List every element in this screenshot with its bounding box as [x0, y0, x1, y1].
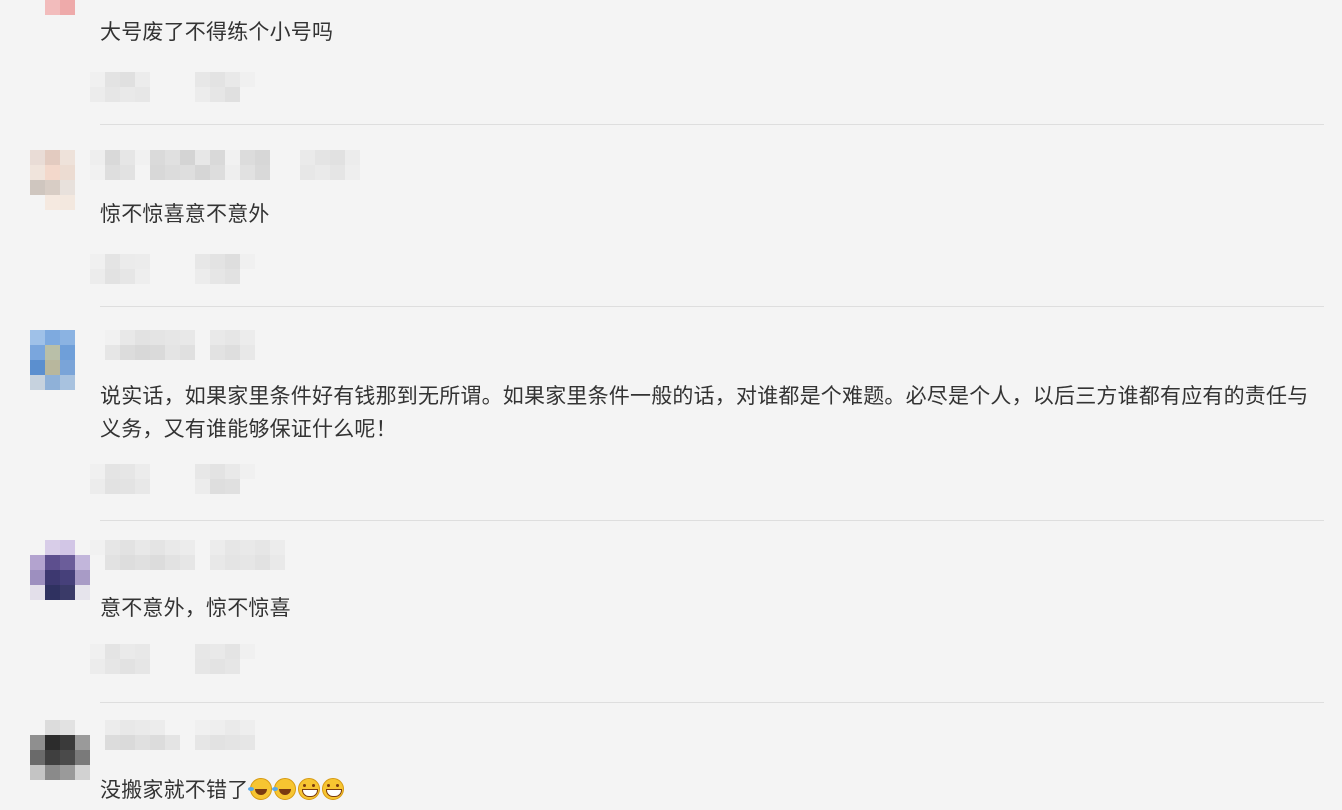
- user-name[interactable]: [90, 330, 255, 360]
- comment-text: 没搬家就不错了: [100, 774, 1324, 807]
- user-avatar[interactable]: [30, 330, 90, 390]
- comment-text: 惊不惊喜意不意外: [100, 202, 270, 226]
- comment-actions[interactable]: [90, 72, 255, 102]
- grinning-icon: [298, 778, 321, 800]
- comment-text: 意不意外，惊不惊喜: [100, 596, 291, 620]
- comment-text-body: 没搬家就不错了: [100, 778, 249, 802]
- laughing-crying-icon: [248, 778, 273, 800]
- comment-actions[interactable]: [90, 644, 255, 674]
- user-name[interactable]: [90, 150, 360, 180]
- divider: [100, 124, 1324, 125]
- divider: [100, 520, 1324, 521]
- user-avatar[interactable]: [30, 540, 90, 600]
- comment-actions[interactable]: [90, 254, 255, 284]
- comment-list: 大号废了不得练个小号吗 惊不惊喜意不意外 说实话，如果家里条件好有钱那到无所谓。…: [0, 0, 1342, 810]
- comment-text: 大号废了不得练个小号吗: [100, 20, 334, 44]
- user-name[interactable]: [90, 540, 285, 570]
- divider: [100, 306, 1324, 307]
- divider: [100, 702, 1324, 703]
- user-avatar[interactable]: [30, 720, 90, 780]
- user-avatar[interactable]: [30, 150, 90, 210]
- laughing-crying-icon: [272, 778, 297, 800]
- grinning-icon: [322, 778, 345, 800]
- user-name[interactable]: [90, 720, 285, 750]
- comment-text: 说实话，如果家里条件好有钱那到无所谓。如果家里条件一般的话，对谁都是个难题。必尽…: [100, 384, 1309, 441]
- comment-actions[interactable]: [90, 464, 255, 494]
- user-avatar[interactable]: [30, 0, 90, 30]
